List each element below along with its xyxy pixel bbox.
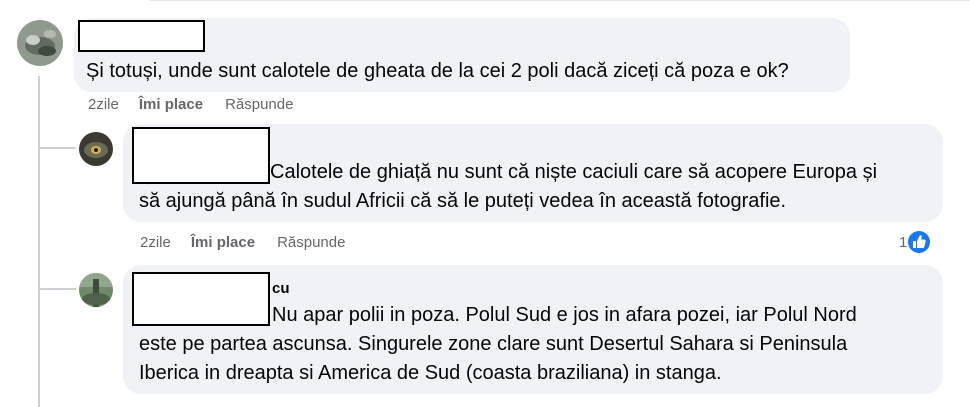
author-name-redacted	[132, 127, 270, 184]
thread-line	[38, 76, 40, 407]
thread-branch	[40, 147, 76, 149]
comment-timestamp[interactable]: 2zile	[88, 96, 119, 113]
comment-text-line: Calotele de ghiață nu sunt că niște caci…	[270, 161, 878, 183]
comment-actions: 2zile Îmi place Răspunde	[88, 96, 293, 113]
author-name-redacted	[78, 20, 205, 52]
avatar[interactable]	[79, 132, 113, 166]
avatar[interactable]	[79, 273, 113, 307]
comment-timestamp[interactable]: 2zile	[140, 234, 171, 251]
comment-text-line: Iberica in dreapta si America de Sud (co…	[139, 362, 722, 384]
thread-branch	[40, 288, 76, 290]
reply-button[interactable]: Răspunde	[225, 96, 293, 113]
reply-button[interactable]: Răspunde	[277, 234, 345, 251]
author-name-redacted	[132, 272, 270, 326]
reaction-summary[interactable]: 1	[899, 231, 931, 253]
top-divider	[150, 0, 970, 1]
comment-text-line: Nu apar polii in poza. Polul Sud e jos i…	[272, 304, 857, 326]
like-thumb-icon	[908, 231, 931, 253]
like-button[interactable]: Îmi place	[139, 96, 203, 113]
reaction-count: 1	[899, 233, 908, 251]
comment-text: Și totuși, unde sunt calotele de gheata …	[86, 60, 789, 82]
comment-text-line: să ajungă până în sudul Africii că să le…	[139, 190, 787, 212]
comment-text-line: este pe partea ascunsa. Singurele zone c…	[139, 333, 848, 355]
comment-actions: 2zile Îmi place Răspunde	[140, 234, 345, 251]
like-button[interactable]: Îmi place	[191, 234, 255, 251]
avatar[interactable]	[17, 20, 63, 66]
author-name-fragment[interactable]: cu	[272, 280, 290, 298]
